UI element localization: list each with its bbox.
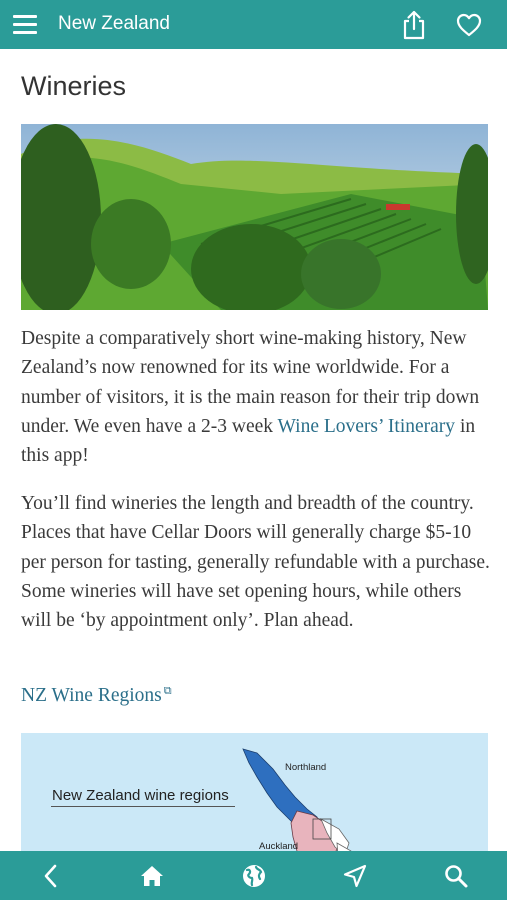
menu-icon[interactable]: [13, 15, 37, 35]
map-title-underline: [51, 806, 235, 807]
content-area[interactable]: Wineries Despite a comparatively short w…: [0, 49, 507, 851]
vineyard-photo: [21, 124, 488, 310]
map-title: New Zealand wine regions: [52, 787, 229, 804]
home-icon[interactable]: [139, 863, 165, 889]
wine-itinerary-link[interactable]: Wine Lovers’ Itinerary: [278, 416, 456, 437]
intro-paragraph: Despite a comparatively short wine-makin…: [21, 324, 491, 470]
bottom-nav: [0, 851, 507, 900]
search-icon[interactable]: [443, 863, 469, 889]
app-header: New Zealand: [0, 0, 507, 49]
heart-icon[interactable]: [455, 12, 483, 38]
nz-wine-regions-link[interactable]: NZ Wine Regions ⧉: [21, 685, 172, 707]
navigate-icon[interactable]: [342, 863, 368, 889]
globe-icon[interactable]: [241, 863, 267, 889]
map-label-auckland: Auckland: [259, 841, 299, 851]
wineries-paragraph: You’ll find wineries the length and brea…: [21, 493, 490, 632]
wine-regions-map: New Zealand wine regions Northland Auckl…: [21, 733, 488, 851]
back-icon[interactable]: [38, 863, 64, 889]
nz-wine-regions-label: NZ Wine Regions: [21, 685, 162, 706]
share-icon[interactable]: [400, 10, 428, 40]
external-link-icon: ⧉: [163, 685, 172, 697]
header-title: New Zealand: [58, 13, 170, 34]
map-label-northland: Northland: [285, 762, 327, 773]
page-title: Wineries: [21, 71, 127, 101]
